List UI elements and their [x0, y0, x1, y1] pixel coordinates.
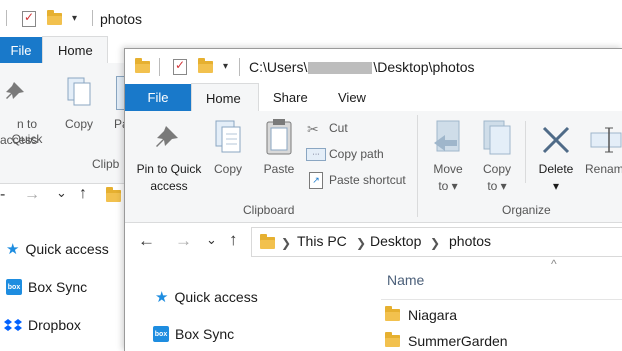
copy-label: Copy: [213, 162, 242, 176]
rename-label: Renam: [585, 162, 622, 176]
tab-home-active[interactable]: Home: [191, 83, 259, 112]
pin-label-line1: Pin to Quick: [136, 162, 202, 176]
sidebar-item-dropbox[interactable]: Dropbox: [4, 317, 81, 333]
back-arrow-icon[interactable]: ←: [138, 231, 155, 251]
sidebar-item-box-sync[interactable]: box Box Sync: [6, 279, 87, 295]
copy-to-label-line1: Copy: [482, 162, 511, 176]
sidebar-item-label: Box Sync: [28, 279, 88, 295]
up-arrow-icon[interactable]: ↑: [229, 230, 238, 250]
column-header-divider: [381, 299, 622, 300]
copy-to-label-line2: to ▾: [487, 179, 507, 193]
clipboard-group-label: Clipboard: [243, 203, 295, 217]
new-folder-icon[interactable]: [47, 10, 62, 25]
delete-x-icon[interactable]: [539, 123, 573, 157]
copy-path-icon: ···: [306, 148, 326, 161]
tab-view[interactable]: View: [338, 90, 366, 105]
file-name: SummerGarden: [408, 333, 508, 349]
sort-ascending-icon: ^: [551, 257, 557, 271]
pin-icon[interactable]: [4, 78, 30, 106]
back-arrow-icon[interactable]: -: [0, 186, 5, 204]
sidebar-item-quick-access[interactable]: ★ Quick access: [155, 288, 258, 306]
sidebar-item-label: Dropbox: [28, 317, 81, 333]
recent-locations-icon[interactable]: ⌄: [206, 232, 217, 248]
star-icon: ★: [6, 241, 20, 258]
delete-label-line2: ▾: [552, 179, 560, 193]
organize-group-label: Organize: [502, 203, 551, 217]
ribbon-item-separator: [525, 121, 526, 183]
column-header-name[interactable]: Name: [387, 272, 424, 288]
box-icon: box: [153, 326, 169, 342]
customize-toolbar-icon[interactable]: ▾: [223, 61, 228, 72]
paste-shortcut-icon: ↗: [309, 172, 323, 189]
customize-toolbar-icon[interactable]: ▾: [72, 13, 77, 24]
scissors-icon: ✂: [307, 121, 319, 137]
breadcrumb-chevron-icon[interactable]: ❯: [356, 236, 366, 250]
properties-icon[interactable]: [22, 10, 36, 27]
copy-to-icon[interactable]: [480, 119, 514, 157]
list-item[interactable]: Niagara: [385, 306, 458, 323]
breadcrumb-chevron-icon[interactable]: ❯: [281, 236, 291, 250]
window-folder-icon: [135, 58, 150, 73]
ribbon-group-separator: [417, 115, 418, 217]
star-icon: ★: [155, 289, 169, 306]
sidebar-item-quick-access[interactable]: ★ Quick access: [6, 240, 109, 258]
sidebar-item-label: Quick access: [25, 241, 109, 257]
tab-home-active[interactable]: Home: [42, 36, 108, 64]
clipboard-group-label: Clipb: [92, 157, 120, 171]
title-path-suffix: \Desktop\photos: [373, 59, 475, 75]
folder-icon: [385, 306, 400, 321]
breadcrumb-photos[interactable]: photos: [449, 233, 491, 249]
title-separator: [239, 58, 240, 76]
forward-arrow-icon[interactable]: →: [175, 231, 192, 251]
copy-path-button[interactable]: Copy path: [329, 147, 384, 162]
move-to-label-line2: to ▾: [438, 179, 458, 193]
tab-file[interactable]: File: [125, 84, 191, 111]
folder-icon: [385, 332, 400, 347]
recent-locations-icon[interactable]: ⌄: [56, 185, 67, 201]
forward-arrow-icon[interactable]: →: [24, 186, 40, 204]
front-explorer-window: ▾ C:\Users\ \Desktop\photos File Home Sha…: [124, 48, 622, 351]
tab-home-label: Home: [58, 43, 93, 58]
toolbar-separator: [159, 58, 160, 76]
window-title: photos: [100, 11, 143, 27]
address-folder-icon: [106, 187, 121, 202]
copy-icon[interactable]: [66, 76, 92, 108]
window-title-path: C:\Users\ \Desktop\photos: [249, 59, 475, 75]
title-separator: [92, 10, 93, 26]
pin-icon[interactable]: [153, 123, 183, 153]
cut-button[interactable]: Cut: [329, 121, 348, 136]
paste-icon[interactable]: [264, 117, 294, 157]
copy-icon[interactable]: [213, 119, 243, 157]
dropbox-icon: [4, 319, 22, 331]
copy-label: Copy: [64, 117, 93, 131]
move-to-icon[interactable]: [431, 119, 465, 157]
breadcrumb-this-pc[interactable]: This PC: [297, 233, 347, 249]
rename-icon[interactable]: [589, 125, 622, 155]
sidebar-item-box-sync[interactable]: box Box Sync: [153, 326, 234, 342]
file-name: Niagara: [408, 307, 458, 323]
list-item[interactable]: SummerGarden: [385, 332, 508, 349]
paste-label: Paste: [263, 162, 295, 176]
new-folder-icon[interactable]: [198, 58, 213, 73]
tab-share[interactable]: Share: [273, 90, 308, 105]
toolbar-separator: [6, 10, 7, 26]
breadcrumb-desktop[interactable]: Desktop: [370, 233, 421, 249]
sidebar-item-label: Box Sync: [175, 326, 235, 342]
pin-label-line2: access: [150, 179, 188, 193]
tab-home-label: Home: [206, 91, 241, 106]
delete-label-line1: Delete: [538, 162, 574, 176]
tab-file[interactable]: File: [0, 37, 42, 63]
properties-icon[interactable]: [173, 58, 187, 75]
box-icon: box: [6, 279, 22, 295]
up-arrow-icon[interactable]: ↑: [79, 185, 87, 203]
title-path-prefix: C:\Users\: [249, 59, 308, 75]
redacted-username: [308, 62, 373, 75]
paste-shortcut-button[interactable]: Paste shortcut: [329, 173, 406, 188]
pin-label-line2: access: [0, 133, 38, 147]
move-to-label-line1: Move: [433, 162, 463, 176]
sidebar-item-label: Quick access: [174, 289, 258, 305]
address-folder-icon: [260, 234, 275, 249]
breadcrumb-chevron-icon[interactable]: ❯: [430, 236, 440, 250]
